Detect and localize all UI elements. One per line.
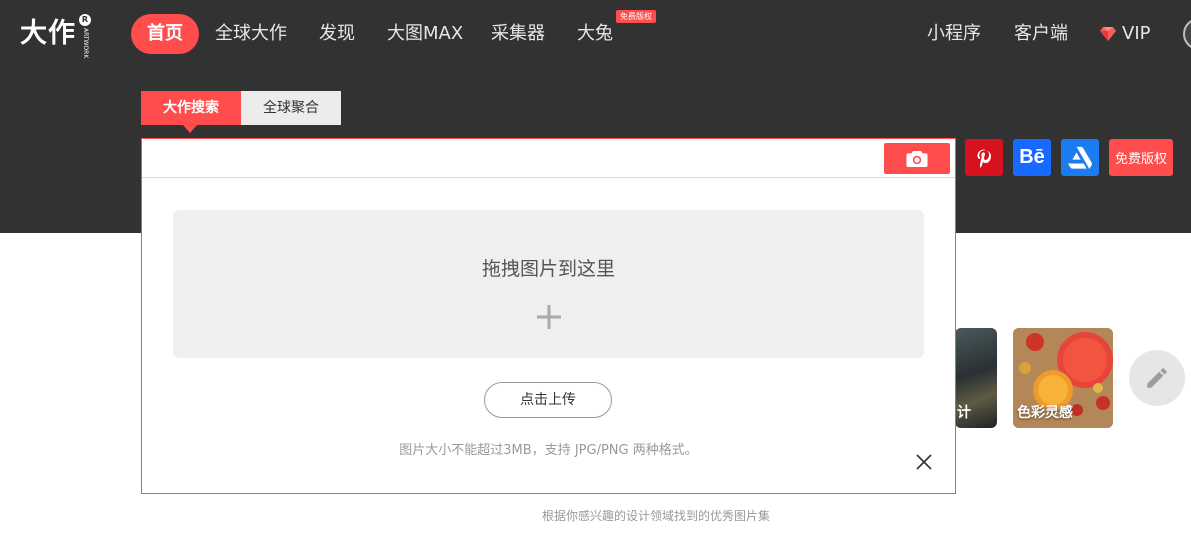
collection-card[interactable]: 计 <box>955 328 997 428</box>
upload-hint: 图片大小不能超过3MB，支持 JPG/PNG 两种格式。 <box>399 443 698 458</box>
camera-icon <box>906 150 928 167</box>
card-label: 计 <box>957 405 971 421</box>
nav-discover[interactable]: 发现 <box>319 18 355 50</box>
vip-label: VIP <box>1122 23 1151 44</box>
artstation-icon[interactable] <box>1061 139 1099 176</box>
edit-button[interactable] <box>1129 350 1185 406</box>
upload-button[interactable]: 点击上传 <box>484 382 612 418</box>
close-icon[interactable] <box>916 454 932 470</box>
plus-icon <box>537 305 561 329</box>
image-drop-zone[interactable]: 拖拽图片到这里 <box>173 210 924 358</box>
pencil-icon <box>1147 368 1167 388</box>
free-copyright-badge: 免费版权 <box>616 10 656 23</box>
top-nav: 大作 R ARTWORK 首页 全球大作 发现 大图MAX 采集器 大兔 免费版… <box>0 0 1191 68</box>
search-panel: 拖拽图片到这里 点击上传 图片大小不能超过3MB，支持 JPG/PNG 两种格式… <box>141 138 956 494</box>
free-copyright-source[interactable]: 免费版权 <box>1109 139 1173 176</box>
pinterest-icon[interactable] <box>965 139 1003 176</box>
nav-vip[interactable]: VIP <box>1100 18 1150 50</box>
image-search-button[interactable] <box>884 143 950 174</box>
logo-mark: R ARTWORK <box>78 14 92 58</box>
nav-global[interactable]: 全球大作 <box>215 18 287 50</box>
nav-home[interactable]: 首页 <box>131 14 199 54</box>
tab-global-aggregate[interactable]: 全球聚合 <box>241 91 341 125</box>
nav-client[interactable]: 客户端 <box>1014 18 1068 50</box>
logo-side-text: ARTWORK <box>82 28 89 59</box>
logo-text: 大作 <box>20 18 76 49</box>
card-label: 色彩灵感 <box>1017 405 1073 421</box>
behance-icon[interactable]: Bē <box>1013 139 1051 176</box>
pinterest-logo-icon <box>973 146 995 169</box>
logo[interactable]: 大作 R ARTWORK <box>20 14 92 58</box>
section-subtitle: 根据你感兴趣的设计领域找到的优秀图片集 <box>541 509 770 523</box>
diamond-icon <box>1100 27 1116 41</box>
artstation-logo-icon <box>1068 146 1092 169</box>
avatar[interactable] <box>1183 18 1191 50</box>
nav-datu[interactable]: 大兔 <box>577 18 613 50</box>
nav-max[interactable]: 大图MAX <box>387 18 463 50</box>
nav-collector[interactable]: 采集器 <box>491 18 545 50</box>
drop-zone-label: 拖拽图片到这里 <box>481 258 615 280</box>
collection-card-color[interactable]: 色彩灵感 <box>1013 328 1113 428</box>
search-input[interactable] <box>142 139 955 178</box>
nav-miniprogram[interactable]: 小程序 <box>927 18 981 50</box>
tab-dazuo-search[interactable]: 大作搜索 <box>141 91 241 133</box>
registered-icon: R <box>79 14 91 26</box>
